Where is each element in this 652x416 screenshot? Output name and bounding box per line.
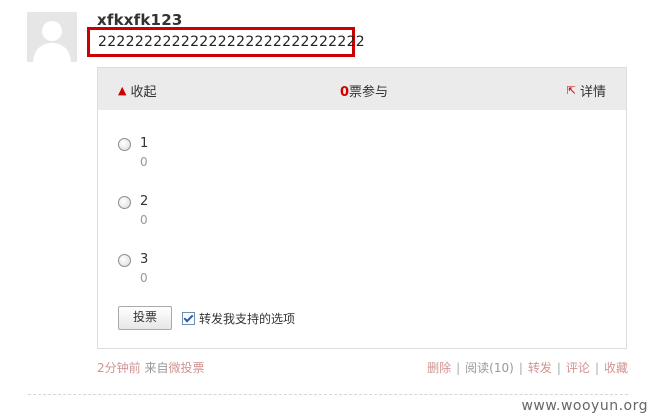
- post-time[interactable]: 2分钟前: [97, 361, 141, 375]
- poll-card: ▲ 收起 0票参与 ⇱ 详情 1 0 2 0 3 0 投票 转发我支持的选项: [97, 67, 627, 349]
- option-radio[interactable]: [118, 196, 131, 209]
- vote-count: 0: [340, 85, 350, 100]
- vote-suffix: 票参与: [349, 85, 389, 100]
- separator: |: [594, 360, 599, 375]
- default-avatar-icon: [27, 12, 77, 62]
- option-radio[interactable]: [118, 254, 131, 267]
- collapse-label: 收起: [130, 85, 157, 100]
- divider: [28, 394, 628, 395]
- option-count: 0: [140, 155, 148, 169]
- forward-link[interactable]: 转发: [528, 359, 552, 376]
- separator: |: [556, 360, 561, 375]
- separator: |: [518, 360, 523, 375]
- source-link[interactable]: 微投票: [168, 361, 204, 375]
- option-radio[interactable]: [118, 138, 131, 151]
- detail-link[interactable]: ⇱ 详情: [567, 81, 606, 100]
- post-text: 22222222222222222222222222222: [87, 27, 365, 57]
- post-actions: 删除 | 阅读(10) | 转发 | 评论 | 收藏: [427, 359, 628, 376]
- vote-button[interactable]: 投票: [118, 306, 172, 330]
- comment-link[interactable]: 评论: [566, 359, 590, 376]
- post-meta: 2分钟前 来自微投票: [97, 359, 205, 376]
- repost-label: 转发我支持的选项: [199, 312, 296, 326]
- avatar[interactable]: [27, 12, 77, 62]
- separator: |: [456, 360, 461, 375]
- detail-label: 详情: [579, 85, 606, 100]
- external-link-icon: ⇱: [566, 84, 576, 97]
- source-prefix: 来自: [144, 361, 169, 375]
- poll-header: ▲ 收起 0票参与 ⇱ 详情: [98, 68, 626, 110]
- collapse-button[interactable]: ▲ 收起: [118, 81, 156, 100]
- option-label: 1: [140, 136, 149, 151]
- collapse-arrow-icon: ▲: [118, 84, 127, 97]
- repost-checkbox[interactable]: [182, 312, 195, 325]
- repost-option[interactable]: 转发我支持的选项: [182, 310, 295, 327]
- option-label: 3: [140, 252, 149, 267]
- vote-summary: 0票参与: [340, 81, 388, 100]
- favorite-link[interactable]: 收藏: [604, 359, 628, 376]
- option-count: 0: [140, 271, 148, 285]
- option-label: 2: [140, 194, 149, 209]
- watermark: www.wooyun.org: [521, 398, 648, 414]
- option-count: 0: [140, 213, 148, 227]
- delete-link[interactable]: 删除: [427, 359, 451, 376]
- read-count: 阅读(10): [465, 361, 514, 375]
